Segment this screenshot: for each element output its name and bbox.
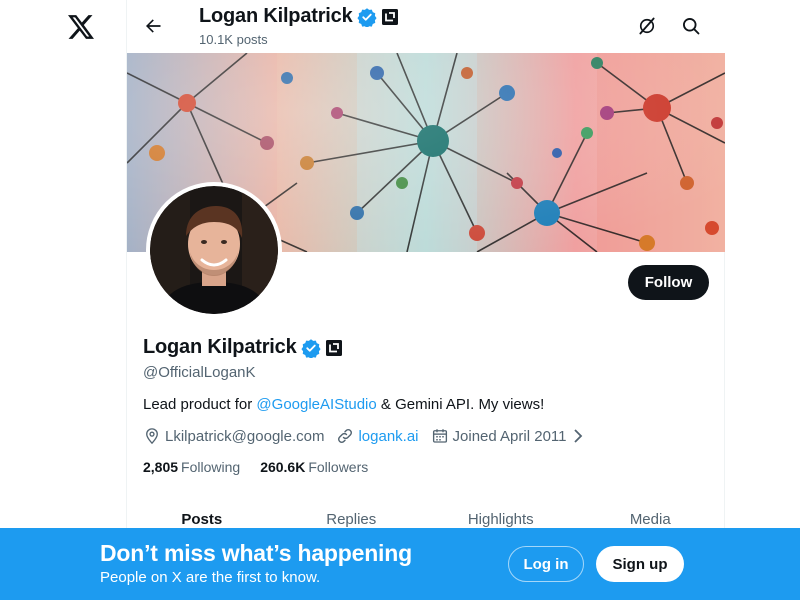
followers-label: Followers — [308, 459, 369, 475]
follow-stats-row: 2,805 Following 260.6K Followers — [143, 459, 388, 475]
bio-text-prefix: Lead product for — [143, 396, 257, 413]
search-icon — [683, 18, 700, 35]
grok-icon — [639, 17, 655, 35]
joined-text: Joined April 2011 — [452, 427, 567, 445]
following-count: 2,805 — [143, 459, 179, 475]
followers-stat[interactable]: 260.6K Followers — [260, 459, 368, 475]
login-button[interactable]: Log in — [508, 546, 584, 582]
website-item: logank.ai — [336, 427, 419, 445]
website-link[interactable]: logank.ai — [358, 428, 418, 445]
profile-avatar[interactable] — [146, 182, 282, 318]
link-icon — [338, 429, 353, 443]
affiliate-badge-icon[interactable] — [325, 339, 343, 357]
following-stat[interactable]: 2,805 Following — [143, 459, 240, 475]
profile-bio: Lead product for @GoogleAIStudio & Gemin… — [143, 396, 544, 413]
follow-button[interactable]: Follow — [628, 265, 709, 300]
location-text: Lkilpatrick@google.com — [165, 427, 325, 445]
location-item: Lkilpatrick@google.com — [143, 427, 324, 445]
display-name: Logan Kilpatrick — [143, 336, 297, 358]
profile-name-row: Logan Kilpatrick — [143, 336, 343, 359]
header-display-name: Logan Kilpatrick — [199, 5, 353, 27]
location-icon — [146, 428, 158, 445]
left-rail — [0, 0, 126, 600]
chevron-right-icon[interactable] — [571, 428, 585, 444]
signup-prompt-bar: Don’t miss what’s happening People on X … — [0, 528, 800, 600]
profile-header-bar: Logan Kilpatrick 10.1K posts — [127, 0, 725, 53]
search-button[interactable] — [673, 8, 709, 44]
signup-prompt-subtitle: People on X are the first to know. — [100, 569, 321, 586]
header-posts-count: 10.1K posts — [199, 32, 268, 47]
header-name-row: Logan Kilpatrick — [199, 5, 399, 28]
signup-prompt-title: Don’t miss what’s happening — [100, 540, 412, 566]
joined-item: Joined April 2011 — [431, 427, 585, 445]
grok-button[interactable] — [629, 8, 665, 44]
following-label: Following — [181, 459, 241, 475]
signup-button[interactable]: Sign up — [596, 546, 684, 582]
affiliate-badge-icon — [381, 8, 398, 25]
profile-column: Logan Kilpatrick 10.1K posts Follow Loga… — [126, 0, 725, 600]
bio-mention-link[interactable]: @GoogleAIStudio — [256, 396, 376, 413]
profile-meta-row: Lkilpatrick@google.com logank.ai Joined … — [143, 427, 597, 445]
profile-handle: @OfficialLoganK — [143, 364, 256, 381]
back-button[interactable] — [135, 8, 171, 44]
x-logo-icon[interactable] — [66, 12, 96, 42]
bio-text-suffix: & Gemini API. My views! — [376, 396, 545, 413]
verified-badge-icon — [356, 7, 377, 27]
verified-badge-icon[interactable] — [300, 338, 321, 358]
followers-count: 260.6K — [260, 459, 306, 475]
calendar-icon — [432, 429, 447, 443]
back-arrow-icon — [146, 19, 161, 33]
